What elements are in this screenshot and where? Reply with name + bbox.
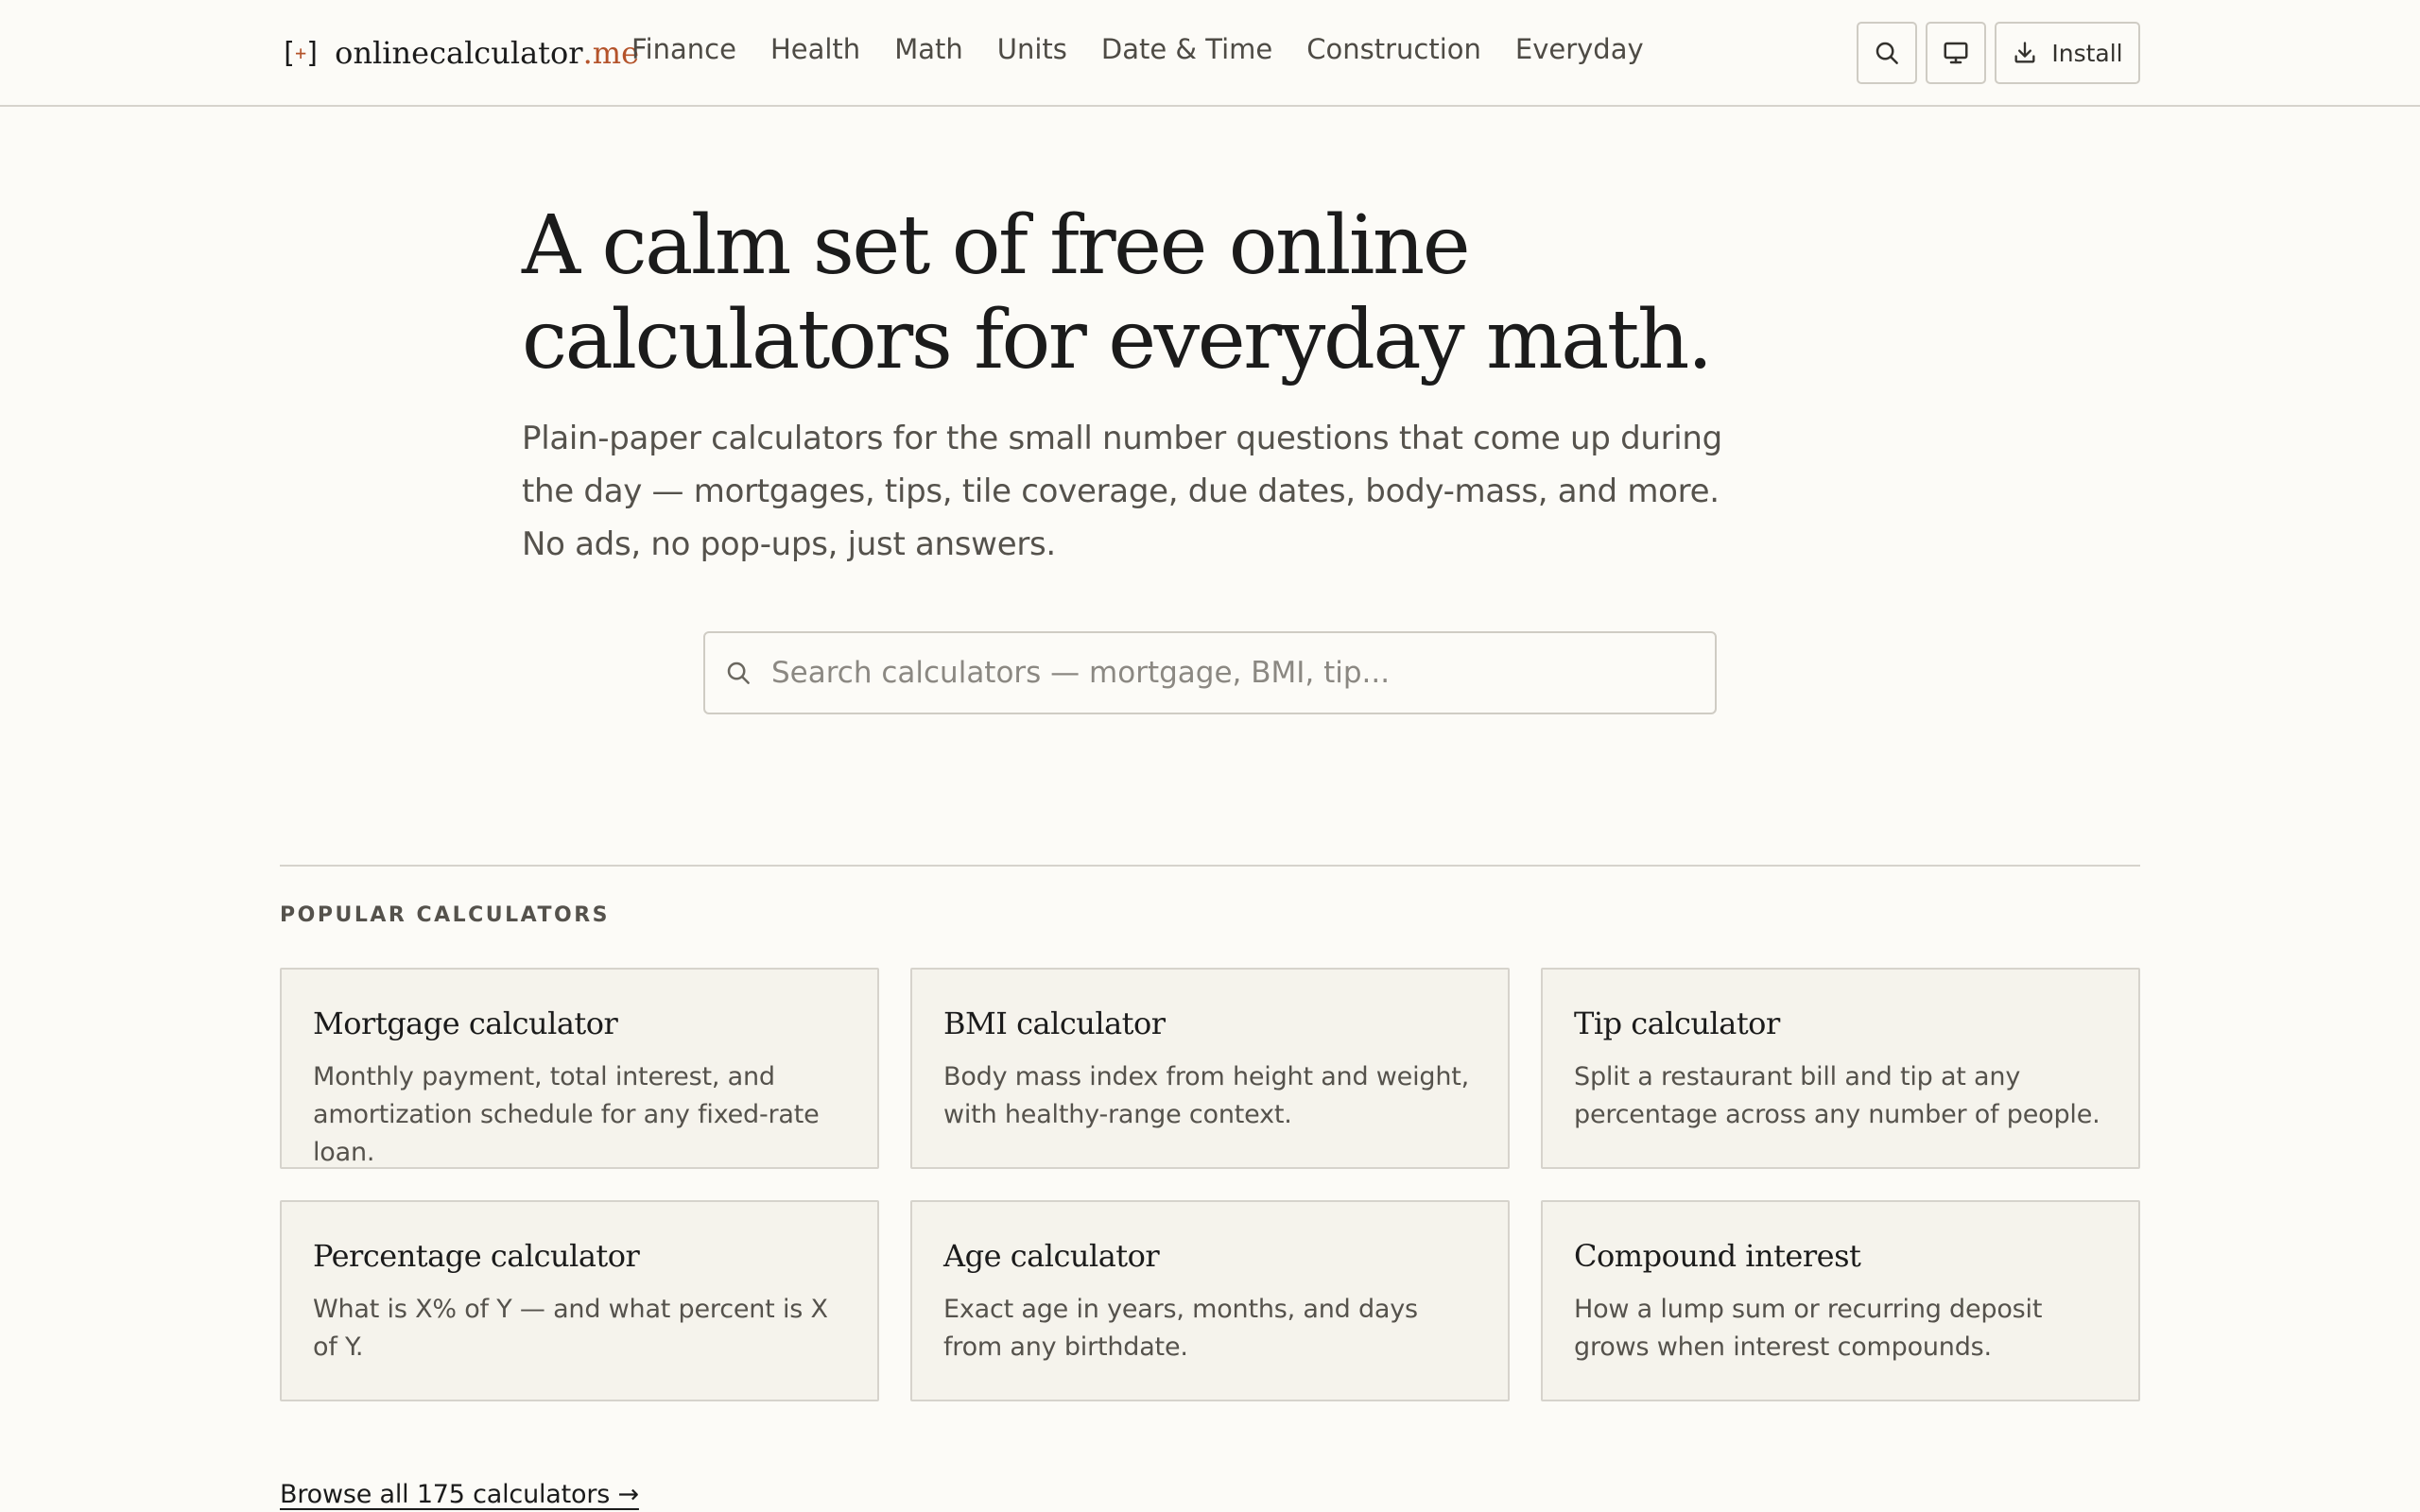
browse-all-link[interactable]: Browse all 175 calculators → — [280, 1480, 639, 1509]
card-bmi-calculator[interactable]: BMI calculator Body mass index from heig… — [910, 968, 1510, 1169]
site-logo[interactable]: [+] onlinecalculator .me — [280, 28, 639, 77]
search-input[interactable] — [771, 656, 1679, 690]
card-title: Age calculator — [943, 1238, 1160, 1274]
install-label: Install — [2051, 39, 2123, 67]
section-divider — [280, 865, 2140, 867]
card-tip-calculator[interactable]: Tip calculator Split a restaurant bill a… — [1541, 968, 2140, 1169]
hero-subtitle: Plain-paper calculators for the small nu… — [522, 420, 1722, 563]
header-tools: Install — [1857, 22, 2140, 84]
search-icon — [727, 662, 750, 684]
card-compound-interest[interactable]: Compound interest How a lump sum or recu… — [1541, 1200, 2140, 1401]
popular-calculators-grid: Mortgage calculator Monthly payment, tot… — [280, 968, 2140, 1401]
card-description: What is X% of Y — and what percent is X … — [313, 1295, 828, 1362]
card-description: Monthly payment, total interest, and amo… — [313, 1062, 820, 1167]
logo-mark-icon: [+] — [280, 36, 321, 70]
card-description: Split a restaurant bill and tip at any p… — [1574, 1062, 2100, 1129]
search-icon — [1876, 42, 1898, 64]
nav-finance[interactable]: Finance — [631, 33, 736, 65]
card-title: Compound interest — [1574, 1238, 1861, 1274]
card-description: How a lump sum or recurring deposit grow… — [1574, 1295, 2043, 1362]
nav-health[interactable]: Health — [770, 33, 860, 65]
top-bar: [+] onlinecalculator .me Finance Health M… — [0, 0, 2420, 107]
nav-construction[interactable]: Construction — [1306, 33, 1481, 65]
card-title: Percentage calculator — [313, 1238, 640, 1274]
search-button[interactable] — [1857, 22, 1917, 84]
nav-math[interactable]: Math — [894, 33, 963, 65]
nav-date-time[interactable]: Date & Time — [1101, 33, 1272, 65]
card-percentage-calculator[interactable]: Percentage calculator What is X% of Y — … — [280, 1200, 879, 1401]
card-title: BMI calculator — [943, 1005, 1166, 1041]
download-icon — [2014, 42, 2035, 63]
nav-everyday[interactable]: Everyday — [1515, 33, 1644, 65]
hero-title: A calm set of free online calculators fo… — [522, 198, 1713, 387]
install-button[interactable]: Install — [1995, 22, 2140, 84]
card-description: Body mass index from height and weight, … — [943, 1062, 1470, 1129]
display-mode-button[interactable] — [1926, 22, 1986, 84]
card-age-calculator[interactable]: Age calculator Exact age in years, month… — [910, 1200, 1510, 1401]
popular-section-label: POPULAR CALCULATORS — [280, 903, 610, 927]
main-nav: Finance Health Math Units Date & Time Co… — [631, 28, 1644, 70]
card-mortgage-calculator[interactable]: Mortgage calculator Monthly payment, tot… — [280, 968, 879, 1169]
card-title: Mortgage calculator — [313, 1005, 618, 1041]
hero-search — [703, 631, 1717, 714]
monitor-icon — [1944, 42, 1968, 64]
card-description: Exact age in years, months, and days fro… — [943, 1295, 1418, 1362]
nav-units[interactable]: Units — [997, 33, 1067, 65]
card-title: Tip calculator — [1574, 1005, 1780, 1041]
logo-name: onlinecalculator — [335, 35, 583, 71]
